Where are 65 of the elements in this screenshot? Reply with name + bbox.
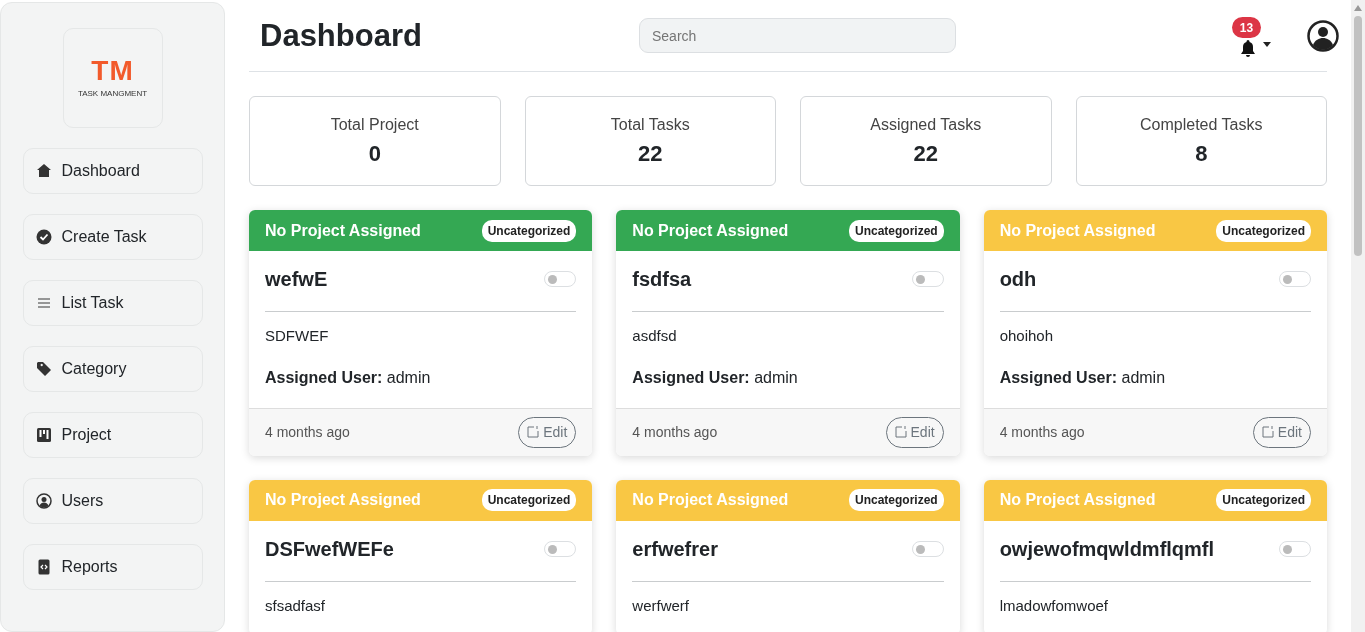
scrollbar[interactable] [1351,0,1365,632]
stat-value: 8 [1195,139,1208,168]
sidebar-item[interactable]: Reports [22,544,203,590]
task-description: asdfsd [632,326,678,346]
search-field[interactable]: Search [639,18,956,53]
check-circle-icon [35,229,52,245]
caret-icon [1263,42,1271,48]
edit-icon [527,426,540,438]
stat-value: 0 [368,139,381,168]
stat-value: 22 [913,139,938,168]
tag-icon [35,361,52,377]
sidebar-item[interactable]: Dashboard [22,148,203,194]
project-name: No Project Assigned [632,220,789,241]
notification-button[interactable] [1240,39,1271,58]
project-name: No Project Assigned [999,220,1156,241]
task-description: sfsadfasf [265,595,327,615]
bell-icon [1240,39,1256,58]
user-circle-icon [35,493,52,509]
assigned-user: Assigned User: admin [265,367,432,388]
sidebar-item[interactable]: Users [22,478,203,524]
edit-icon [1261,426,1274,438]
scrollbar-thumb[interactable] [1354,16,1362,256]
task-description: lmadowfomwoef [999,595,1110,615]
project-name: No Project Assigned [265,490,421,510]
category-badge: Uncategorized [481,489,577,511]
category-badge: Uncategorized [1216,489,1311,511]
task-title: odh [999,267,1037,291]
sidebar-item[interactable]: Project [22,412,203,458]
task-title: fsdfsa [632,267,692,291]
sidebar-item[interactable]: Category [22,346,203,392]
assigned-user: Assigned User: admin [999,367,1167,388]
task-description: werfwerf [632,595,690,615]
stat-label: Total Project [330,114,419,135]
task-title: wefwE [265,267,328,291]
task-title: owjewofmqwldmflqmfl [999,536,1215,561]
category-badge: Uncategorized [848,219,944,242]
notification-count: 13 [1232,17,1261,38]
page-title: Dashboard [259,16,423,55]
house-icon [35,163,52,179]
scroll-up-arrow-icon[interactable] [1354,5,1362,11]
task-title: DSFwefWEFe [265,536,394,561]
timestamp: 4 months ago [265,422,350,442]
timestamp: 4 months ago [999,422,1085,442]
stat-label: Assigned Tasks [870,114,982,135]
edit-icon [894,426,907,438]
timestamp: 4 months ago [632,422,718,442]
category-badge: Uncategorized [1216,219,1311,242]
sidebar-item[interactable]: Create Task [22,214,203,260]
logo[interactable]: TM TASK MANGMENT [62,28,163,128]
project-name: No Project Assigned [265,220,421,241]
category-badge: Uncategorized [481,219,577,242]
project-name: No Project Assigned [999,490,1156,510]
stat-value: 22 [638,139,663,168]
stat-label: Completed Tasks [1140,114,1263,135]
sidebar-item[interactable]: List Task [22,280,203,326]
user-avatar-icon[interactable] [1307,19,1339,52]
board-icon [35,427,52,443]
task-description: SDFWEF [265,326,330,346]
stat-label: Total Tasks [610,114,690,135]
task-title: erfwefrer [632,536,718,561]
category-badge: Uncategorized [848,489,944,511]
project-name: No Project Assigned [632,490,789,510]
list-icon [35,295,52,311]
assigned-user: Assigned User: admin [632,367,799,388]
task-description: ohoihoh [999,326,1055,346]
